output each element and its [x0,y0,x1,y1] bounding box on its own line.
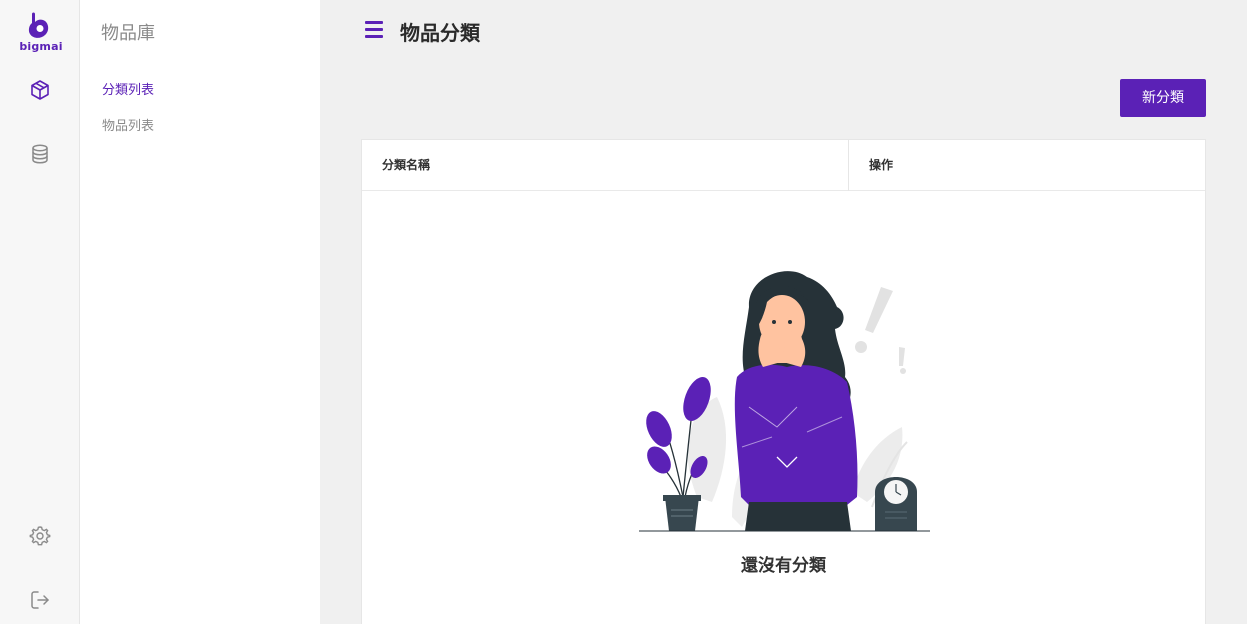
sidebar-item-categories[interactable]: 分類列表 [102,79,154,98]
logout-icon[interactable] [27,587,53,613]
gear-icon[interactable] [27,523,53,549]
main-content: 物品分類 新分類 分類名稱 操作 還沒有分類 [320,0,1247,624]
hamburger-menu-icon[interactable] [365,21,385,41]
new-category-button[interactable]: 新分類 [1120,79,1206,117]
side-nav: 物品庫 分類列表 物品列表 [80,0,320,624]
bigmai-logo[interactable]: bigmai [18,12,64,56]
category-table: 分類名稱 操作 還沒有分類 [361,139,1206,624]
table-header: 分類名稱 操作 [362,140,1205,191]
empty-state-text: 還沒有分類 [741,556,826,576]
database-icon[interactable] [27,141,53,167]
brand-name: bigmai [19,40,63,53]
box-icon[interactable] [27,77,53,103]
page-title: 物品分類 [400,21,480,45]
icon-rail: bigmai [0,0,80,624]
column-header-actions: 操作 [869,158,894,172]
empty-state-illustration [639,271,930,532]
bigmai-logo-mark [28,12,49,38]
sidebar-item-items[interactable]: 物品列表 [102,115,154,134]
sidenav-title: 物品庫 [101,23,155,44]
column-header-category-name: 分類名稱 [362,140,849,191]
